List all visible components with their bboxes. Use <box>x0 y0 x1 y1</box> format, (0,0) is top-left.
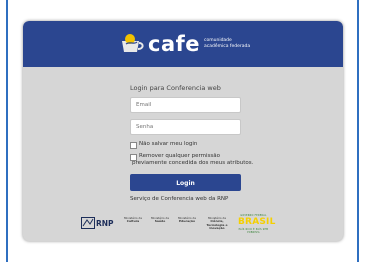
revoke-label-line1: Remover qualquer permissão <box>139 153 220 159</box>
ministry-science: Ministério da Ciência, Tecnologia e Inov… <box>201 216 233 231</box>
email-field[interactable] <box>130 97 241 113</box>
service-text: Serviço de Conferencia web da RNP <box>130 196 229 202</box>
form-layer: Login para Conferencia web Não salvar me… <box>23 21 343 241</box>
rnp-label: RNP <box>96 218 114 228</box>
password-field[interactable] <box>130 119 241 135</box>
revoke-label: Remover qualquer permissão previamente c… <box>132 153 253 167</box>
login-button[interactable]: Login <box>130 174 241 191</box>
remember-option[interactable]: Não salvar meu login <box>130 141 280 149</box>
brasil-wordmark: BRASIL <box>238 217 276 227</box>
brasil-bottom-text: PAÍS RICO É PAÍS SEM POBREZA <box>238 228 269 234</box>
ministry-name: Cultura <box>126 219 140 224</box>
remember-checkbox[interactable] <box>130 142 137 149</box>
ministry-name: Saúde <box>154 219 166 224</box>
footer-logos: RNP Ministério da Cultura Ministério da … <box>23 209 343 241</box>
rnp-icon <box>81 217 95 229</box>
brasil-government-logo: GOVERNO FEDERAL BRASIL PAÍS RICO É PAÍS … <box>238 214 276 234</box>
ministry-education: Ministério da Educação <box>173 216 201 224</box>
revoke-option[interactable]: Remover qualquer permissão previamente c… <box>130 153 280 167</box>
revoke-label-line2: previamente concedida dos meus atributos… <box>132 160 254 166</box>
ministry-name: Educação <box>179 219 195 224</box>
remember-label: Não salvar meu login <box>139 141 198 147</box>
ministry-name: Ciência, Tecnologia e Inovação <box>206 219 228 231</box>
ministry-health: Ministério da Saúde <box>146 216 174 224</box>
ministry-culture: Ministério da Cultura <box>119 216 147 224</box>
rnp-logo: RNP <box>81 217 114 229</box>
login-title: Login para Conferencia web <box>130 84 221 92</box>
